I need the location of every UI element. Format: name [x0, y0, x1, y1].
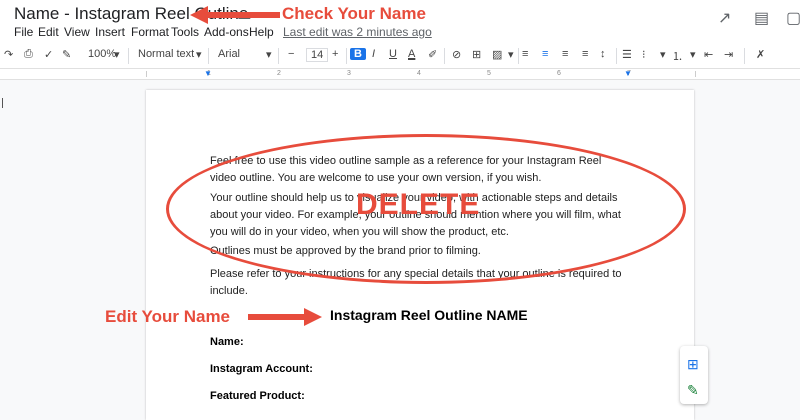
font-select[interactable]: Arial: [218, 48, 240, 60]
edit-name-annotation: Edit Your Name: [105, 307, 231, 326]
chevron-down-icon: ▾: [690, 49, 696, 61]
comments-icon[interactable]: ▤: [754, 8, 769, 28]
field-name-label: Name:: [210, 336, 244, 348]
share-icon[interactable]: ▢: [786, 8, 800, 28]
menu-addons[interactable]: Add-ons: [204, 25, 249, 39]
font-size-increase-button[interactable]: +: [332, 48, 338, 60]
ruler-mark: 5: [487, 70, 491, 77]
align-left-icon[interactable]: ≡: [522, 48, 528, 60]
left-indent-handle[interactable]: ▼: [204, 69, 212, 78]
bold-button[interactable]: B: [350, 48, 366, 60]
style-select[interactable]: Normal text: [138, 48, 194, 60]
decrease-indent-icon[interactable]: ⇤: [704, 48, 713, 61]
menu-format[interactable]: Format: [131, 25, 169, 39]
suggest-edit-icon[interactable]: ✎: [687, 382, 699, 399]
numbered-list-icon[interactable]: ⒈: [672, 48, 683, 64]
redo-icon[interactable]: ↷: [4, 48, 13, 61]
align-justify-icon[interactable]: ≡: [582, 48, 588, 60]
activity-icon[interactable]: ↗: [718, 8, 731, 28]
align-right-icon[interactable]: ≡: [562, 48, 568, 60]
chevron-down-icon: ▾: [114, 49, 120, 61]
clear-formatting-icon[interactable]: ✗: [756, 48, 765, 61]
chevron-down-icon: ▾: [660, 49, 666, 61]
arrow-left-icon: [190, 6, 280, 24]
field-instagram-label: Instagram Account:: [210, 363, 313, 375]
image-icon[interactable]: ▨: [492, 48, 502, 61]
ruler-mark: 3: [347, 70, 351, 77]
line-spacing-icon[interactable]: ↕: [600, 48, 606, 60]
right-indent-handle[interactable]: ▼: [624, 69, 632, 78]
spellcheck-icon[interactable]: ✓: [44, 48, 53, 61]
menu-bar: File Edit View Insert Format Tools Add-o…: [0, 22, 800, 42]
print-icon[interactable]: ⎙: [24, 48, 33, 61]
paint-format-icon[interactable]: ✎: [62, 48, 71, 61]
check-name-annotation: Check Your Name: [282, 4, 426, 23]
last-edit-link[interactable]: Last edit was 2 minutes ago: [283, 25, 432, 39]
margin-marker: [2, 98, 3, 108]
underline-button[interactable]: U: [389, 48, 397, 60]
menu-edit[interactable]: Edit: [38, 25, 59, 39]
ruler-mark: 6: [557, 70, 561, 77]
italic-button[interactable]: I: [372, 48, 375, 60]
document-heading: Instagram Reel Outline NAME: [330, 307, 528, 323]
chevron-down-icon: ▾: [508, 49, 514, 61]
align-center-icon[interactable]: ≡: [542, 48, 548, 60]
menu-insert[interactable]: Insert: [95, 25, 125, 39]
text-color-button[interactable]: A: [408, 48, 415, 60]
menu-file[interactable]: File: [14, 25, 33, 39]
ruler: 1 2 3 4 5 6 7 ▼ ▼: [0, 69, 800, 80]
side-action-panel: ⊞ ✎: [680, 346, 708, 404]
increase-indent-icon[interactable]: ⇥: [724, 48, 733, 61]
font-size-decrease-button[interactable]: −: [288, 48, 294, 60]
checklist-icon[interactable]: ☰: [622, 48, 632, 61]
ruler-mark: 2: [277, 70, 281, 77]
arrow-right-icon: [248, 308, 322, 326]
menu-tools[interactable]: Tools: [171, 25, 199, 39]
toolbar: ↷ ⎙ ✓ ✎ 100% ▾ Normal text ▾ Arial ▾ − 1…: [0, 44, 800, 69]
menu-view[interactable]: View: [64, 25, 90, 39]
delete-annotation: DELETE: [356, 188, 481, 221]
field-product-label: Featured Product:: [210, 390, 305, 402]
menu-help[interactable]: Help: [249, 25, 274, 39]
chevron-down-icon: ▾: [266, 49, 272, 61]
ruler-mark: 4: [417, 70, 421, 77]
highlight-icon[interactable]: ✐: [428, 48, 437, 61]
chevron-down-icon: ▾: [196, 49, 202, 61]
link-icon[interactable]: ⊘: [452, 48, 461, 61]
font-size-input[interactable]: 14: [306, 48, 329, 62]
add-comment-icon[interactable]: ⊞: [687, 356, 699, 373]
zoom-select[interactable]: 100%: [88, 48, 116, 60]
comment-add-icon[interactable]: ⊞: [472, 48, 481, 61]
bulleted-list-icon[interactable]: ⁝: [642, 48, 646, 61]
